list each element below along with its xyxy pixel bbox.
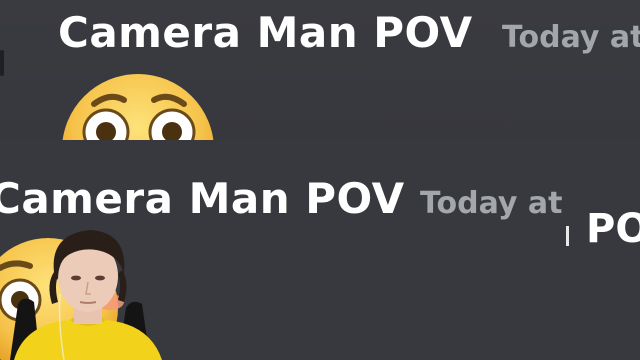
- avatar-edge[interactable]: [0, 50, 4, 76]
- streamer-webcam: [0, 224, 170, 360]
- message-timestamp: Today at: [502, 20, 640, 55]
- flushed-face-emoji: [60, 70, 220, 140]
- message-author[interactable]: Camera Man POV: [58, 8, 473, 57]
- message-author[interactable]: Camera Man POV: [0, 174, 405, 223]
- message-timestamp: Today at: [420, 186, 563, 221]
- text-cursor: [566, 226, 569, 246]
- chat-view: Camera Man POV Today at Camera Man POV T…: [0, 0, 640, 360]
- flushed-face-icon: [62, 74, 214, 140]
- streamer-person-icon: [10, 230, 162, 360]
- message-author-fragment: PO: [586, 206, 640, 252]
